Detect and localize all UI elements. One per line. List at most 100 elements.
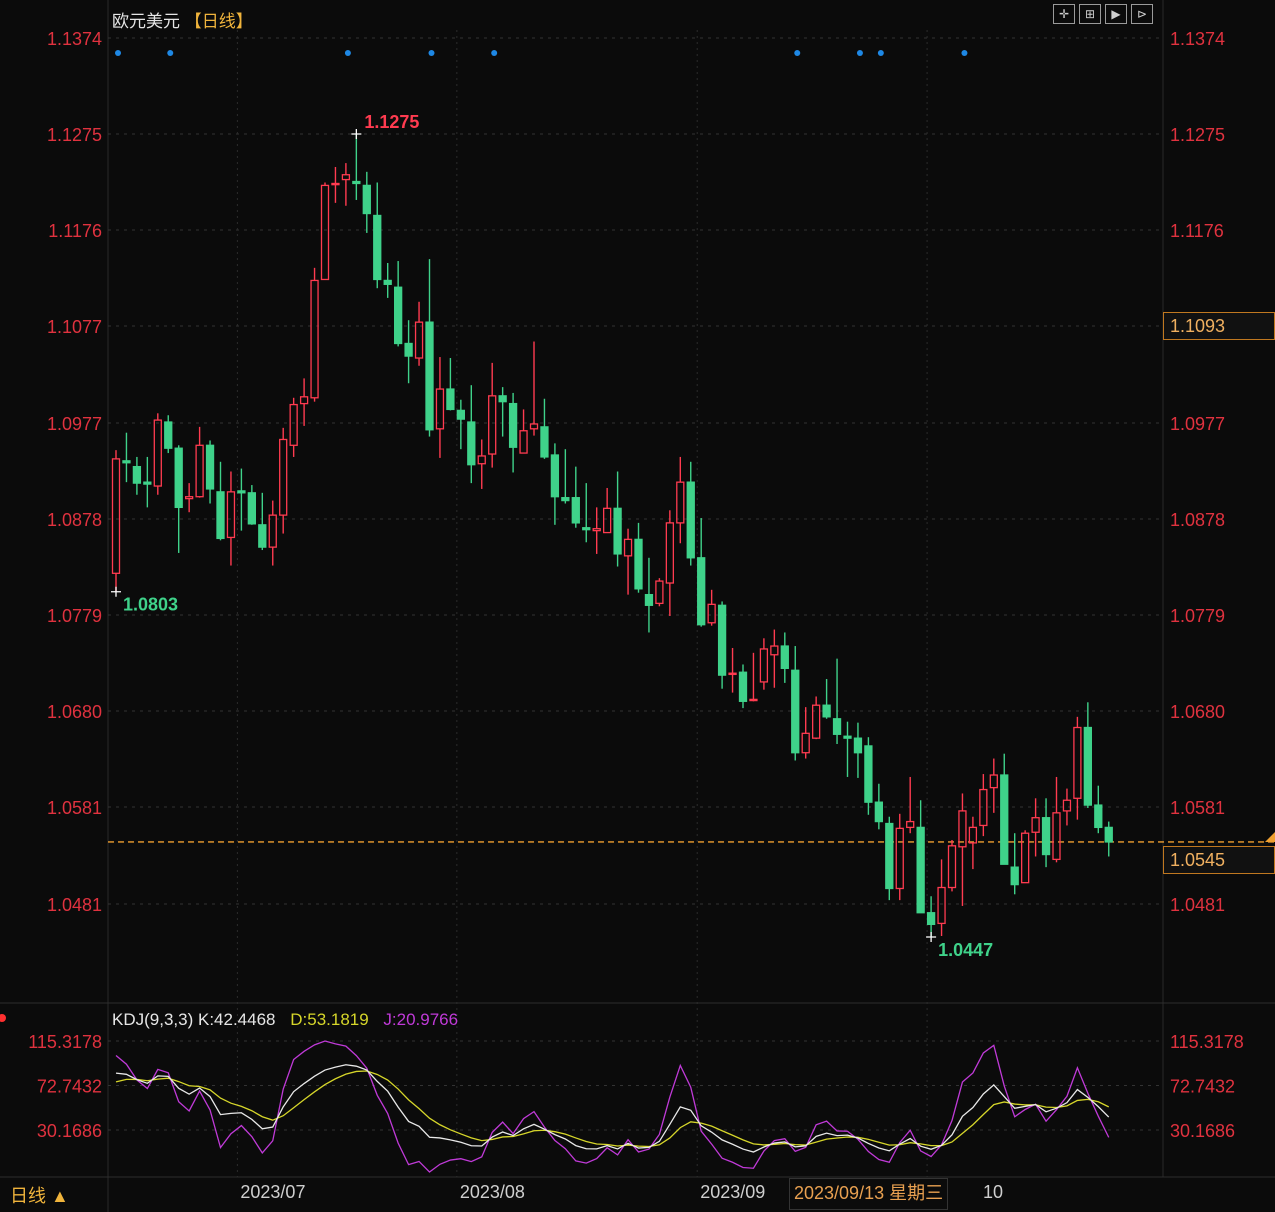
candle [874, 783, 883, 830]
candle [801, 707, 810, 759]
candle [352, 134, 361, 200]
candle [613, 471, 622, 567]
candle-body [184, 496, 194, 500]
date-tick: 2023/07 [240, 1182, 305, 1202]
candle [519, 409, 528, 454]
event-marker [428, 50, 435, 56]
zoom-fit-tool-icon[interactable]: ⊞ [1079, 4, 1101, 24]
candle [571, 466, 580, 528]
candle-body [467, 421, 476, 466]
candle-body [477, 455, 486, 465]
date-tick-trailing: 10 [983, 1182, 1004, 1202]
candle [362, 171, 371, 233]
play-tool-icon[interactable]: ▶ [1105, 4, 1127, 24]
candle [508, 392, 518, 473]
candle-body [832, 718, 842, 735]
kdj-d-value: D:53.1819 [290, 1010, 369, 1029]
last-price-box: 1.0545 [1163, 846, 1275, 874]
crosshair-date: 2023/09/13 星期三 [794, 1183, 944, 1203]
candle [989, 758, 998, 813]
candle [1083, 702, 1092, 808]
price-tick-right: 1.0779 [1170, 606, 1225, 626]
candle [425, 259, 434, 437]
candle-body [947, 845, 957, 889]
candle-body [822, 704, 831, 718]
date-tick: 2023/09 [700, 1182, 765, 1202]
candle-body [1094, 804, 1103, 829]
candle [958, 793, 967, 906]
candle [717, 601, 727, 689]
event-marker [115, 50, 121, 56]
date-tick: 2023/08 [460, 1182, 525, 1202]
candle-body [1052, 812, 1061, 861]
candle [623, 528, 633, 595]
candle [853, 722, 863, 778]
candle [686, 461, 695, 566]
candle [258, 492, 267, 551]
candle [749, 652, 758, 702]
candle-body [164, 421, 173, 449]
candle [926, 896, 936, 937]
chart-canvas[interactable]: 1.1374 1.1374 1.1275 1.1275 1.1176 1.1176 1.10… [0, 0, 1275, 1212]
candle-body [1021, 832, 1030, 884]
candle-body [226, 491, 236, 539]
candle-body [299, 396, 309, 405]
crosshair-date-label: 2023/09/13 星期三 [789, 1178, 949, 1210]
candle-body [916, 826, 925, 914]
candle-body [634, 538, 643, 590]
candle-body [561, 497, 570, 502]
candle [832, 658, 842, 744]
candle [456, 399, 466, 450]
kdj-tick-right: 30.1686 [1170, 1121, 1235, 1141]
candle [665, 510, 674, 616]
event-marker [877, 50, 884, 56]
candle-body [1031, 817, 1040, 833]
candle [310, 267, 319, 402]
price-tick-right: 1.1275 [1170, 125, 1225, 145]
candle [1094, 785, 1103, 834]
candle-body [331, 182, 340, 186]
candle-body [853, 737, 863, 754]
candle-body [373, 214, 382, 281]
event-marker [344, 50, 351, 56]
candle [582, 483, 591, 543]
candle [644, 557, 654, 633]
candle [488, 362, 497, 468]
crosshair-price-box: 1.1093 [1163, 312, 1275, 340]
candle [603, 487, 612, 534]
kdj-tick-right: 72.7432 [1170, 1077, 1235, 1097]
candle [289, 397, 298, 457]
candle-body [362, 184, 371, 215]
candle-body [341, 174, 351, 181]
price-tick-right: 1.0680 [1170, 702, 1225, 722]
candle [331, 166, 340, 203]
candle-body [1073, 726, 1082, 799]
price-tick-right: 1.0977 [1170, 414, 1225, 434]
candle [393, 261, 403, 347]
candle-body [508, 402, 518, 448]
candle-body [237, 490, 246, 494]
candle-body [456, 409, 466, 420]
crosshair-tool-icon[interactable]: ✛ [1053, 4, 1075, 24]
price-tick-left: 1.1275 [47, 125, 102, 145]
candle [132, 456, 142, 495]
candle [895, 813, 904, 901]
candle-body [707, 603, 716, 624]
candle [414, 301, 424, 366]
candle-body [446, 388, 455, 411]
candle-body [393, 286, 403, 345]
candle-body [529, 423, 539, 430]
price-tick-right: 1.1176 [1170, 221, 1224, 241]
symbol-name: 欧元美元 [112, 12, 180, 31]
period-switch-button[interactable]: 日线 ▲ [10, 1182, 69, 1208]
candle-body [895, 827, 904, 890]
candle-body [132, 465, 142, 484]
candle-body [812, 704, 821, 739]
price-tick-right: 1.0481 [1170, 895, 1225, 915]
event-marker [856, 50, 863, 56]
step-forward-tool-icon[interactable]: ⊳ [1131, 4, 1153, 24]
candle-body [550, 454, 560, 498]
candle [1052, 776, 1061, 863]
candle-body [791, 669, 800, 754]
candle-body [770, 645, 779, 656]
